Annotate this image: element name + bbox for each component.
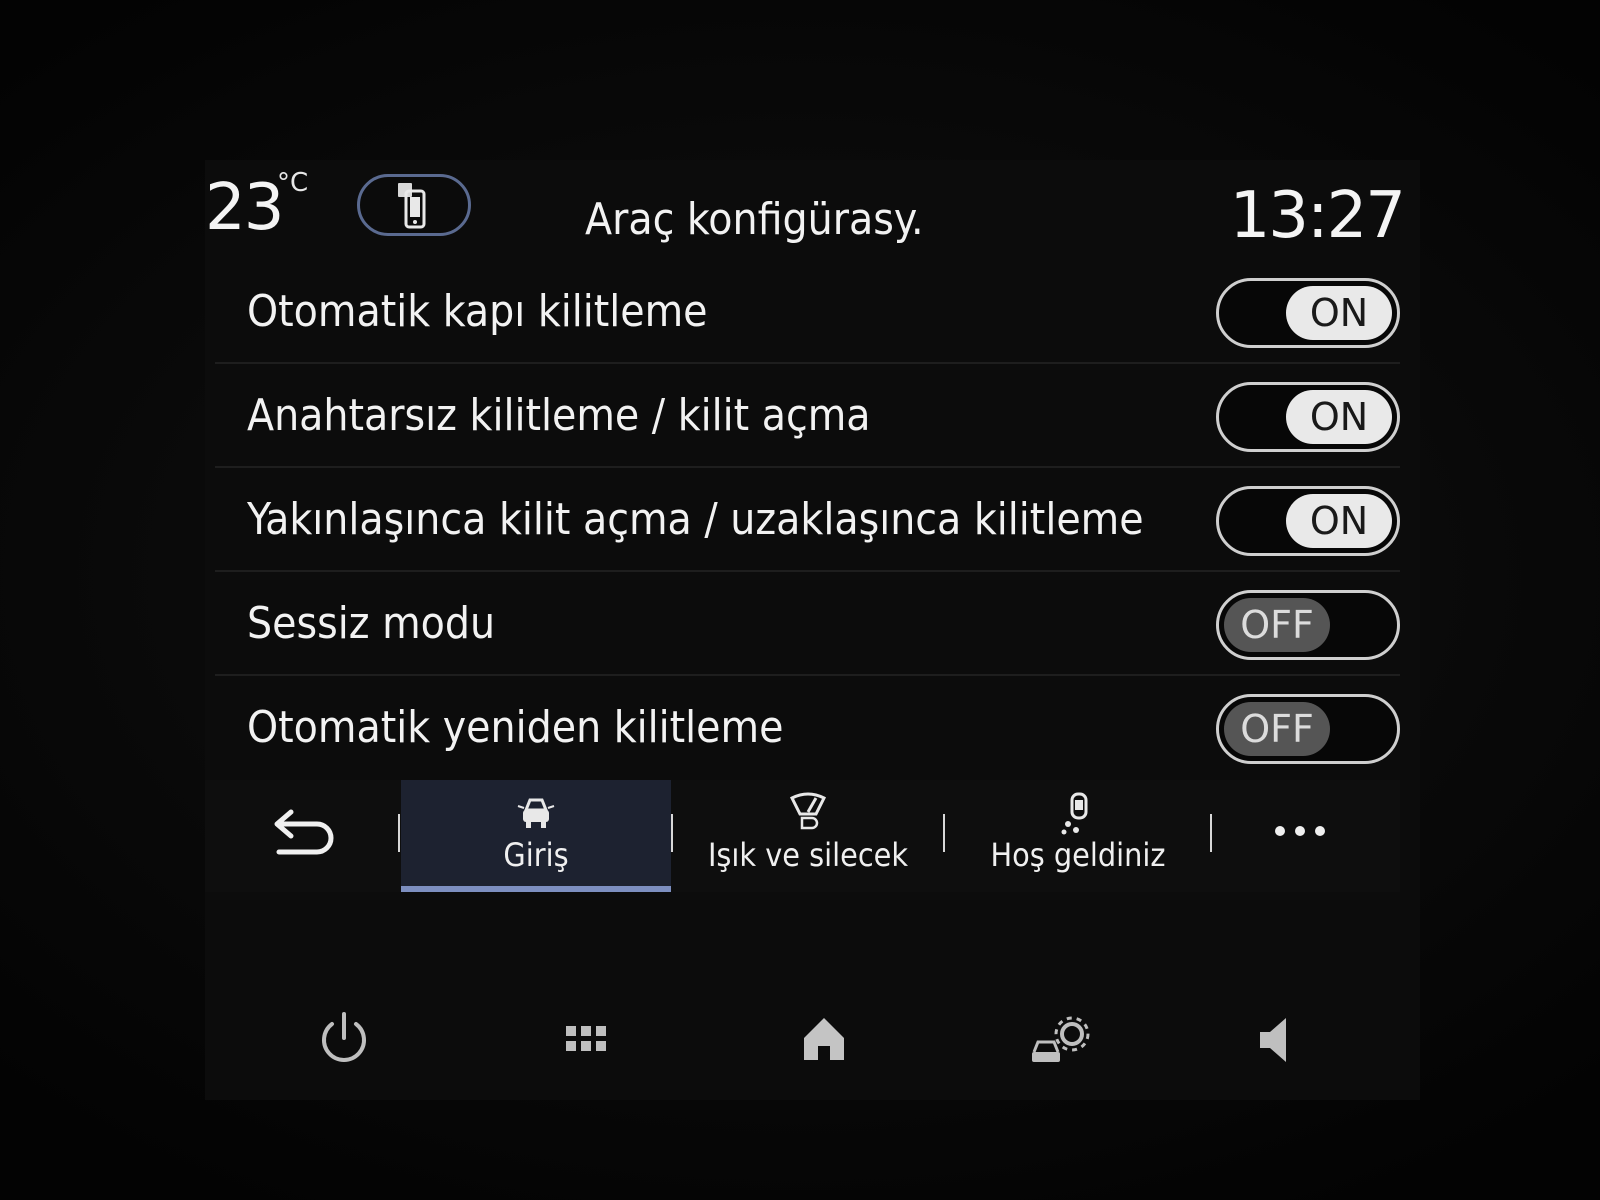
volume-icon (1260, 1018, 1286, 1062)
auto-door-lock-toggle[interactable]: ON (1216, 278, 1400, 348)
setting-label: Anahtarsız kilitleme / kilit açma (247, 390, 871, 441)
phone-mirror-icon (398, 183, 426, 229)
welcome-icon (1061, 792, 1088, 835)
tab-label: Işık ve silecek (707, 836, 909, 874)
outside-temperature: 23 (205, 171, 284, 245)
walk-away-lock-toggle[interactable]: ON (1216, 486, 1400, 556)
tab-giris[interactable]: Giriş (401, 780, 671, 892)
setting-label: Otomatik yeniden kilitleme (247, 702, 784, 753)
setting-label: Yakınlaşınca kilit açma / uzaklaşınca ki… (247, 494, 1144, 545)
toggle-knob: ON (1286, 494, 1392, 548)
tab-light-wiper[interactable]: Işık ve silecek (673, 780, 943, 892)
car-access-icon (517, 798, 555, 828)
power-button[interactable] (304, 1000, 384, 1080)
setting-row-silent-mode[interactable]: Sessiz modu OFF (215, 572, 1400, 676)
system-bar (290, 1000, 1310, 1100)
vehicle-settings-button[interactable] (1020, 1000, 1100, 1080)
section-tab-bar: Giriş Işık ve silecek Hoş geldiniz (205, 780, 1400, 892)
temperature-unit: °C (277, 168, 309, 198)
vehicle-settings-icon (1032, 1016, 1090, 1062)
settings-list: Otomatik kapı kilitleme ON Anahtarsız ki… (215, 260, 1400, 780)
silent-mode-toggle[interactable]: OFF (1216, 590, 1400, 660)
back-arrow-icon (274, 809, 334, 855)
setting-label: Sessiz modu (247, 598, 496, 649)
setting-label: Otomatik kapı kilitleme (247, 286, 708, 337)
setting-row-walk-away-lock[interactable]: Yakınlaşınca kilit açma / uzaklaşınca ki… (215, 468, 1400, 572)
apps-button[interactable] (546, 1000, 626, 1080)
tab-separator (398, 814, 400, 852)
wiper-light-icon (789, 792, 827, 830)
tab-label: Hoş geldiniz (990, 836, 1166, 874)
more-button[interactable] (1270, 816, 1330, 846)
toggle-knob: OFF (1224, 598, 1330, 652)
infotainment-screen: 23 °C Araç konfigürasy. 13:27 Otomatik k… (205, 160, 1420, 1100)
tab-label: Giriş (503, 836, 569, 874)
page-title: Araç konfigürasy. (585, 194, 924, 245)
clock: 13:27 (1229, 179, 1406, 253)
auto-relock-toggle[interactable]: OFF (1216, 694, 1400, 764)
phone-mirror-button[interactable] (357, 174, 471, 236)
more-dots-icon (1275, 826, 1325, 836)
toggle-knob: ON (1286, 390, 1392, 444)
toggle-knob: ON (1286, 286, 1392, 340)
apps-grid-icon (566, 1026, 606, 1051)
setting-row-keyless-lock[interactable]: Anahtarsız kilitleme / kilit açma ON (215, 364, 1400, 468)
toggle-knob: OFF (1224, 702, 1330, 756)
tab-welcome[interactable]: Hoş geldiniz (943, 780, 1213, 892)
power-icon (322, 1012, 366, 1062)
keyless-lock-toggle[interactable]: ON (1216, 382, 1400, 452)
back-button[interactable] (265, 800, 345, 870)
volume-button[interactable] (1238, 1000, 1318, 1080)
tab-separator (1210, 814, 1212, 852)
setting-row-auto-relock[interactable]: Otomatik yeniden kilitleme OFF (215, 676, 1400, 780)
home-button[interactable] (784, 1000, 864, 1080)
setting-row-auto-door-lock[interactable]: Otomatik kapı kilitleme ON (215, 260, 1400, 364)
home-icon (804, 1018, 844, 1060)
